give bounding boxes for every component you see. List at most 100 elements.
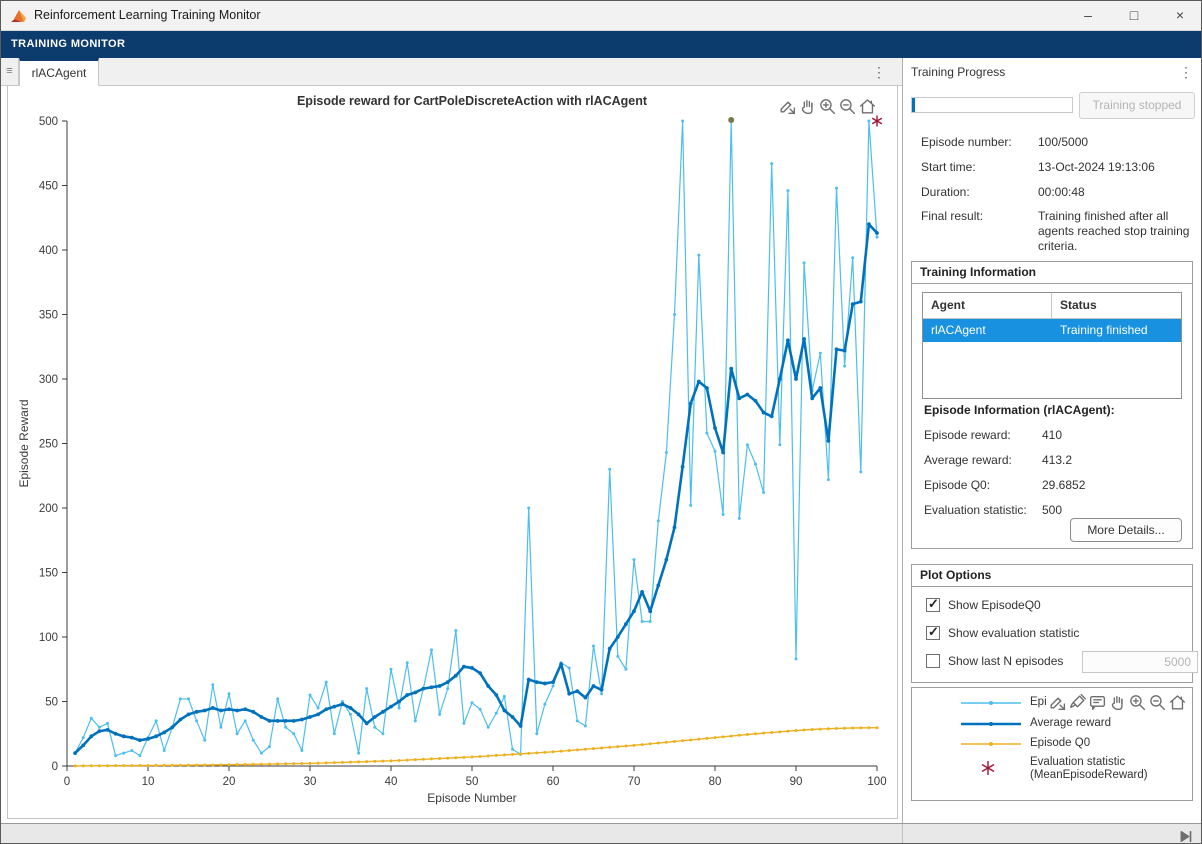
episode-information-title: Episode Information (rlACAgent): <box>924 403 1115 417</box>
marker <box>203 709 207 713</box>
panel-options-icon[interactable]: ⋮ <box>1179 65 1193 79</box>
marker <box>657 519 660 522</box>
marker <box>665 741 668 744</box>
marker <box>454 674 458 678</box>
marker <box>762 411 766 415</box>
marker <box>74 764 77 767</box>
marker <box>641 743 644 746</box>
marker <box>122 752 125 755</box>
marker <box>195 719 198 722</box>
marker <box>260 752 263 755</box>
training-progress-bar <box>911 97 1073 113</box>
marker <box>155 719 158 722</box>
marker <box>811 728 814 731</box>
marker <box>673 525 677 529</box>
minimize-button[interactable]: – <box>1065 1 1111 31</box>
home-icon[interactable] <box>1168 693 1187 712</box>
x-tick-label: 70 <box>628 776 641 788</box>
marker <box>341 702 345 706</box>
marker <box>552 750 555 753</box>
agent-cell[interactable]: rlACAgent <box>923 319 1052 342</box>
marker <box>665 451 668 454</box>
marker <box>810 396 814 400</box>
episode-reward-line[interactable] <box>75 121 877 756</box>
status-column-header[interactable]: Status <box>1052 293 1181 318</box>
marker <box>251 710 255 714</box>
datatip-icon[interactable] <box>1088 693 1107 712</box>
marker <box>98 729 102 733</box>
marker <box>211 706 215 710</box>
marker <box>292 762 295 765</box>
marker <box>770 415 774 419</box>
average-reward-line[interactable] <box>75 224 877 753</box>
marker <box>827 439 831 443</box>
marker <box>284 762 287 765</box>
marker <box>495 754 498 757</box>
marker <box>584 748 587 751</box>
marker <box>162 731 166 735</box>
marker <box>681 120 684 123</box>
marker <box>147 764 150 767</box>
marker <box>714 736 717 739</box>
statusbar-divider <box>902 824 903 844</box>
training-plot[interactable]: 0102030405060708090100050100150200250300… <box>8 86 899 819</box>
tab-list-menu-icon[interactable]: ≡ <box>1 58 19 85</box>
status-cell[interactable]: Training finished <box>1052 319 1181 342</box>
marker <box>106 728 110 732</box>
n-episodes-input[interactable] <box>1082 651 1198 673</box>
marker <box>705 386 709 390</box>
marker <box>430 757 433 760</box>
training-stopped-button[interactable]: Training stopped <box>1079 92 1195 119</box>
marker <box>454 756 457 759</box>
marker <box>722 513 725 516</box>
y-tick-label: 100 <box>39 632 58 644</box>
zoom-out-icon[interactable] <box>1148 693 1167 712</box>
show-evaluation-statistic-checkbox[interactable] <box>926 626 940 640</box>
agent-column-header[interactable]: Agent <box>923 293 1052 318</box>
show-last-n-episodes-checkbox[interactable] <box>926 654 940 668</box>
more-details-button[interactable]: More Details... <box>1070 518 1182 542</box>
tab-rlacagent[interactable]: rlACAgent <box>19 58 99 86</box>
y-tick-label: 500 <box>39 116 58 128</box>
marker <box>762 732 765 735</box>
marker <box>390 668 393 671</box>
marker <box>689 738 692 741</box>
marker <box>803 261 806 264</box>
toolstrip-tab-training-monitor[interactable]: TRAINING MONITOR <box>11 38 125 50</box>
marker <box>398 706 401 709</box>
marker <box>778 443 781 446</box>
marker <box>414 719 417 722</box>
marker <box>462 665 466 669</box>
brush-icon[interactable] <box>1068 693 1087 712</box>
marker <box>73 751 77 755</box>
marker <box>859 300 863 304</box>
marker <box>187 764 190 767</box>
maximize-button[interactable]: □ <box>1111 1 1157 31</box>
pan-icon[interactable] <box>1108 693 1127 712</box>
marker <box>171 764 174 767</box>
marker <box>633 744 636 747</box>
episode-reward-row: Episode reward: 410 <box>924 428 1184 446</box>
skip-end-icon[interactable] <box>1177 827 1196 844</box>
table-row[interactable]: rlACAgent Training finished <box>923 319 1181 342</box>
marker <box>511 753 514 756</box>
marker <box>552 685 555 688</box>
marker <box>187 697 190 700</box>
zoom-in-icon[interactable] <box>1128 693 1147 712</box>
marker <box>446 680 450 684</box>
show-episodeq0-checkbox[interactable] <box>926 598 940 612</box>
marker <box>284 719 288 723</box>
marker <box>179 697 182 700</box>
marker <box>365 722 369 726</box>
close-button[interactable]: × <box>1157 1 1202 31</box>
left-panel-options-icon[interactable]: ⋮ <box>872 65 886 79</box>
marker <box>235 709 239 713</box>
agent-status-table[interactable]: Agent Status rlACAgent Training finished <box>922 292 1182 399</box>
marker <box>843 365 846 368</box>
document-tab-strip: ≡ rlACAgent ⋮ <box>1 58 902 86</box>
marker <box>786 730 789 733</box>
training-figure: Episode reward for CartPoleDiscreteActio… <box>7 86 898 819</box>
marker <box>341 761 344 764</box>
export-icon[interactable] <box>1048 693 1067 712</box>
x-tick-label: 50 <box>466 776 479 788</box>
